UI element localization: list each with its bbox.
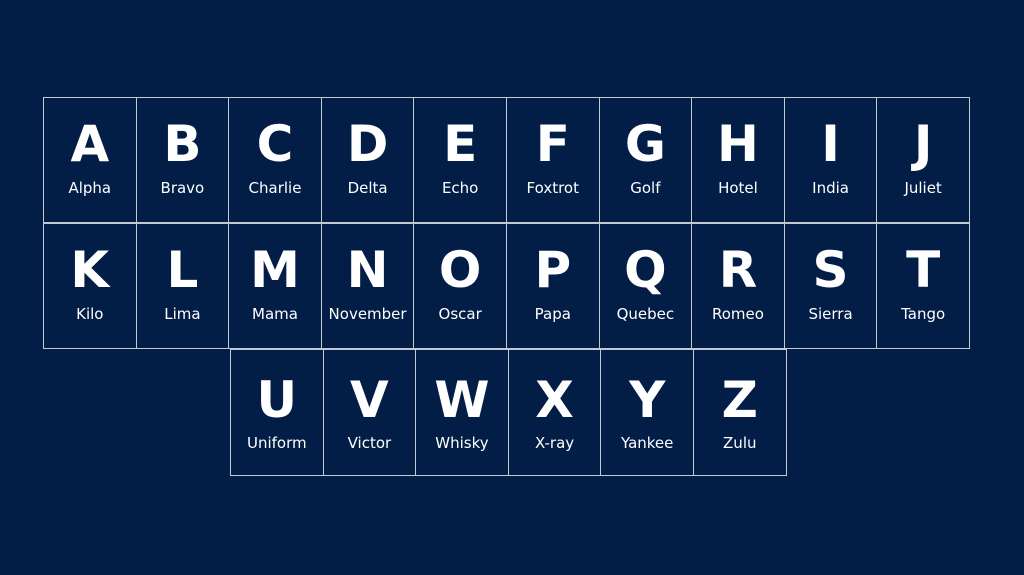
code-word: Golf [630,179,661,197]
letter-cell-i: I India [783,97,878,223]
letter: X [535,371,574,429]
letter: A [70,115,110,173]
code-word: Charlie [248,179,302,197]
code-word: Oscar [438,305,482,323]
code-word: Whisky [435,434,489,452]
letter-cell-q: Q Quebec [598,223,693,349]
code-word: Victor [347,434,392,452]
letter: L [166,241,199,299]
letter: K [70,241,110,299]
code-word: Juliet [904,179,942,197]
letter-cell-y: Y Yankee [600,349,694,476]
code-word: Alpha [68,179,112,197]
code-word: Papa [534,305,571,323]
code-word: Mama [252,305,298,323]
letter: Y [629,371,666,429]
letter-cell-z: Z Zulu [692,349,787,476]
letter: H [717,115,759,173]
letter-cell-g: G Golf [598,97,693,223]
code-word: Romeo [711,305,764,323]
letter: W [434,371,490,429]
letter-cell-t: T Tango [876,223,970,349]
letter: B [163,115,202,173]
code-word: Hotel [718,179,758,197]
code-word: Bravo [160,179,205,197]
code-word: Yankee [620,434,674,452]
code-word: Zulu [723,434,757,452]
letter-cell-f: F Foxtrot [505,97,600,223]
code-word: Delta [347,179,388,197]
code-word: India [812,179,849,197]
code-word: Sierra [808,305,853,323]
letter: O [438,241,482,299]
code-word: Quebec [616,305,675,323]
letter-cell-o: O Oscar [413,223,507,349]
letter: E [443,115,478,173]
letter-cell-s: S Sierra [783,223,878,349]
letter-cell-h: H Hotel [691,97,785,223]
letter: R [718,241,758,299]
letter-cell-a: A Alpha [43,97,137,223]
letter: S [812,241,849,299]
letter-cell-w: W Whisky [415,349,509,476]
letter-cell-u: U Uniform [230,349,324,476]
letter: C [256,115,294,173]
letter-cell-r: R Romeo [691,223,785,349]
letter-cell-x: X X-ray [507,349,602,476]
letter: U [256,371,298,429]
letter: Q [624,241,667,299]
letter-cell-b: B Bravo [135,97,230,223]
code-word: Foxtrot [526,179,579,197]
letter-cell-l: L Lima [135,223,230,349]
letter: D [346,115,389,173]
letter-cell-m: M Mama [228,223,322,349]
code-word: November [328,305,407,323]
letter-cell-e: E Echo [413,97,507,223]
grid-row-2: K Kilo L Lima M Mama N November O Oscar P Papa Q Queb… [43,223,970,349]
letter: F [535,115,570,173]
letter: G [624,115,666,173]
letter: I [821,115,840,173]
letter: Z [721,371,758,429]
letter: V [350,371,389,429]
grid-row-1: A Alpha B Bravo C Charlie D Delta E Echo F Foxtrot G… [43,97,970,223]
letter-cell-p: P Papa [505,223,600,349]
code-word: Kilo [76,305,104,323]
letter-cell-d: D Delta [320,97,415,223]
letter: P [534,241,572,299]
letter-cell-n: N November [320,223,415,349]
letter: N [346,241,389,299]
code-word: X-ray [534,434,575,452]
letter: J [913,115,933,173]
letter-cell-k: K Kilo [43,223,137,349]
code-word: Uniform [246,434,307,452]
code-word: Tango [901,305,946,323]
letter-cell-c: C Charlie [228,97,322,223]
letter: M [250,241,300,299]
code-word: Lima [164,305,201,323]
code-word: Echo [441,179,479,197]
letter: T [906,241,941,299]
grid-row-3: U Uniform V Victor W Whisky X X-ray Y Yankee Z Zulu [230,349,787,476]
letter-cell-j: J Juliet [876,97,970,223]
letter-cell-v: V Victor [322,349,417,476]
